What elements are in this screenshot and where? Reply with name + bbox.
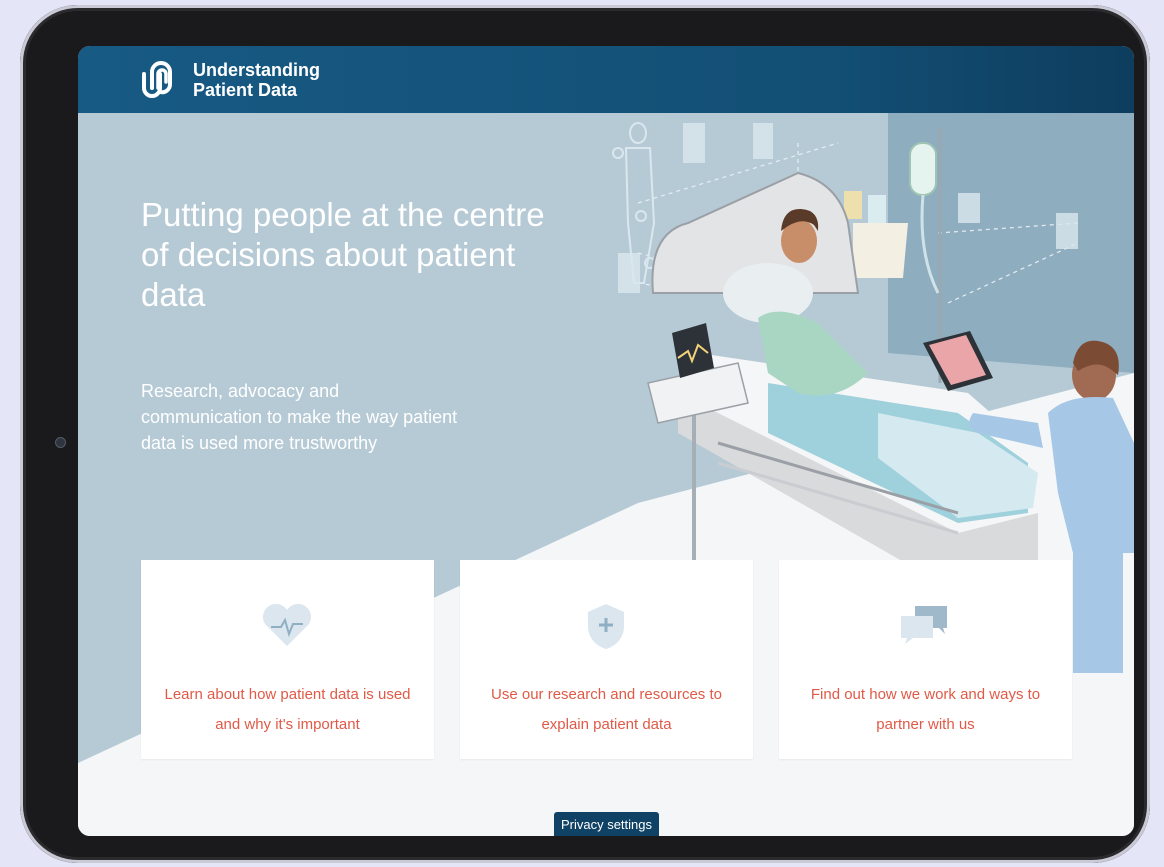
brand-line-1: Understanding [193, 60, 321, 80]
hero-subtitle: Research, advocacy and communication to … [141, 381, 458, 453]
card-partner[interactable]: Find out how we work and ways to partner… [779, 560, 1072, 759]
site-header: Understanding Patient Data [78, 46, 1134, 113]
privacy-settings-button[interactable]: Privacy settings [554, 812, 659, 836]
heart-pulse-icon [262, 603, 312, 646]
hero-headline: Putting people at the centre of decision… [141, 196, 545, 313]
tablet-camera [55, 437, 66, 448]
card-learn-text: Learn about how patient data is used and… [164, 686, 411, 733]
brand-name: Understanding Patient Data [193, 60, 320, 100]
chat-bubbles-icon [901, 606, 947, 644]
logo-icon [142, 61, 172, 98]
card-research[interactable]: Use our research and resources to explai… [460, 560, 753, 759]
shield-plus-icon [588, 604, 624, 649]
card-learn[interactable]: Learn about how patient data is used and… [141, 560, 434, 759]
card-partner-text: Find out how we work and ways to partner… [810, 686, 1041, 733]
screen: Understanding Patient Data Putting peopl… [78, 46, 1134, 836]
brand-line-2: Patient Data [193, 80, 298, 100]
tablet-frame: Understanding Patient Data Putting peopl… [20, 5, 1150, 863]
hero-section: Putting people at the centre of decision… [78, 113, 1134, 836]
card-research-text: Use our research and resources to explai… [491, 686, 722, 733]
